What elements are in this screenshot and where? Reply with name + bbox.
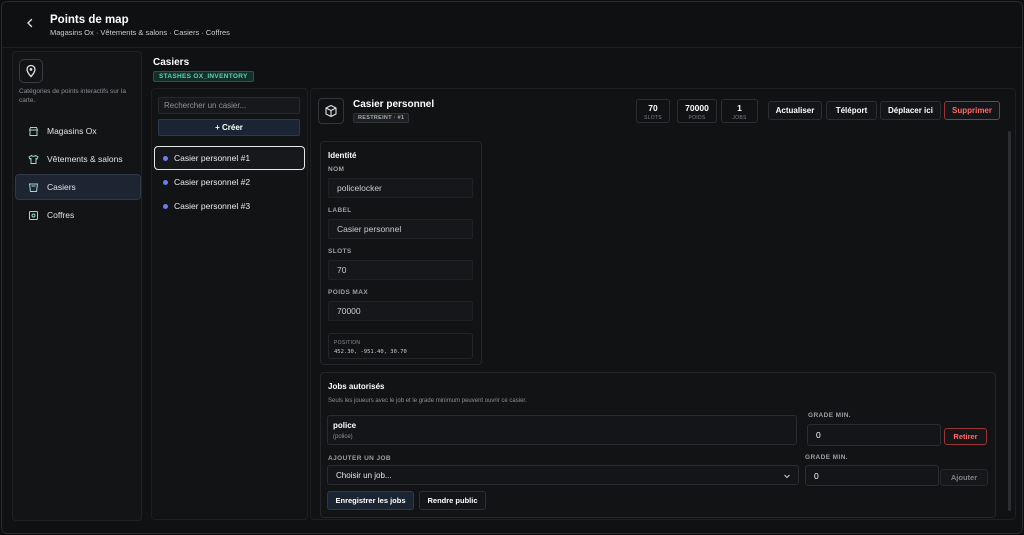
stat-value: 1	[737, 103, 742, 113]
chevron-left-icon	[27, 18, 33, 28]
save-jobs-button[interactable]: Enregistrer les jobs	[327, 491, 414, 510]
jobs-title: Jobs autorisés	[328, 382, 385, 391]
page-title: Points de map	[50, 14, 129, 26]
app-window: Points de map Magasins Ox · Vêtements & …	[1, 1, 1023, 534]
job-grade-field[interactable]	[807, 424, 941, 446]
add-job-label: AJOUTER UN JOB	[328, 455, 392, 462]
grade-min-label: GRADE MIN.	[808, 412, 851, 419]
sidebar-item-magasins[interactable]: Magasins Ox	[15, 118, 141, 144]
add-grade-field[interactable]	[805, 465, 939, 486]
sidebar-item-vetements[interactable]: Vêtements & salons	[15, 146, 141, 172]
job-select-value: Choisir un job...	[336, 470, 392, 480]
list-item[interactable]: Casier personnel #3	[154, 194, 305, 218]
safe-icon	[27, 209, 39, 221]
stat-jobs: 1 JOBS	[721, 99, 758, 123]
jobs-subtitle: Seuls les joueurs avec le job et le grad…	[328, 398, 527, 404]
position-label: POSITION	[334, 340, 361, 346]
stat-weight: 70000 POIDS	[677, 99, 717, 123]
position-value: 452.30, -951.40, 30.70	[334, 349, 407, 355]
stat-label: SLOTS	[644, 115, 662, 121]
shirt-icon	[27, 153, 39, 165]
box-icon	[318, 98, 344, 124]
list-item-label: Casier personnel #2	[174, 177, 251, 187]
detail-title: Casier personnel	[353, 99, 435, 110]
section-tag: STASHES OX_INVENTORY	[153, 71, 254, 82]
back-button[interactable]	[22, 15, 38, 31]
stat-value: 70000	[685, 103, 709, 113]
sidebar: Catégories de points interactifs sur la …	[12, 51, 142, 521]
stat-label: JOBS	[732, 115, 747, 121]
position-box: POSITION 452.30, -951.40, 30.70	[328, 333, 473, 359]
list-item-label: Casier personnel #3	[174, 201, 251, 211]
scrollbar[interactable]	[1008, 131, 1011, 511]
status-dot	[163, 203, 168, 209]
sidebar-list: Magasins Ox Vêtements & salons Casiers C…	[15, 118, 141, 230]
identity-card: Identité NOM LABEL SLOTS POIDS MAX POSIT…	[320, 141, 482, 365]
locker-list-panel: + Créer Casier personnel #1 Casier perso…	[151, 88, 308, 520]
detail-tag: RESTREINT · #1	[353, 113, 410, 123]
chevron-down-icon	[784, 474, 790, 479]
job-entry: police (police)	[327, 415, 797, 445]
add-job-button[interactable]: Ajouter	[940, 469, 988, 486]
jobs-card: Jobs autorisés Seuls les joueurs avec le…	[320, 372, 996, 518]
move-here-button[interactable]: Déplacer ici	[880, 101, 941, 120]
search-input[interactable]	[158, 97, 300, 114]
label-label: LABEL	[328, 207, 352, 214]
identity-title: Identité	[328, 151, 357, 160]
list-item[interactable]: Casier personnel #1	[154, 146, 305, 170]
name-field[interactable]	[328, 178, 473, 198]
stat-value: 70	[648, 103, 658, 113]
weight-field[interactable]	[328, 301, 473, 321]
job-select[interactable]: Choisir un job...	[327, 465, 799, 485]
weight-label: POIDS MAX	[328, 289, 369, 296]
locker-list: Casier personnel #1 Casier personnel #2 …	[154, 146, 305, 218]
locker-icon	[27, 181, 39, 193]
list-item[interactable]: Casier personnel #2	[154, 170, 305, 194]
sidebar-item-label: Casiers	[47, 182, 76, 192]
map-pin-icon	[19, 59, 43, 83]
section-title: Casiers	[153, 57, 190, 68]
add-grade-label: GRADE MIN.	[805, 454, 848, 461]
make-public-button[interactable]: Rendre public	[419, 491, 486, 510]
refresh-button[interactable]: Actualiser	[768, 101, 822, 120]
job-sub: (police)	[333, 434, 353, 440]
sidebar-item-coffres[interactable]: Coffres	[15, 202, 141, 228]
sidebar-item-casiers[interactable]: Casiers	[15, 174, 141, 200]
stat-slots: 70 SLOTS	[636, 99, 670, 123]
status-dot	[163, 179, 168, 185]
job-name: police	[333, 421, 357, 430]
stat-label: POIDS	[688, 115, 706, 121]
remove-job-button[interactable]: Retirer	[944, 428, 987, 445]
slots-label: SLOTS	[328, 248, 352, 255]
breadcrumb: Magasins Ox · Vêtements & salons · Casie…	[50, 28, 230, 37]
create-button[interactable]: + Créer	[158, 119, 300, 136]
detail-panel: Casier personnel RESTREINT · #1 70 SLOTS…	[310, 88, 1016, 520]
list-item-label: Casier personnel #1	[174, 153, 251, 163]
sidebar-item-label: Magasins Ox	[47, 126, 97, 136]
header: Points de map Magasins Ox · Vêtements & …	[2, 2, 1022, 48]
name-label: NOM	[328, 166, 345, 173]
sidebar-item-label: Coffres	[47, 210, 75, 220]
sidebar-description: Catégories de points interactifs sur la …	[19, 88, 126, 104]
store-icon	[27, 125, 39, 137]
status-dot	[163, 155, 168, 161]
label-field[interactable]	[328, 219, 473, 239]
delete-button[interactable]: Supprimer	[944, 101, 1000, 120]
teleport-button[interactable]: Téléport	[826, 101, 877, 120]
sidebar-item-label: Vêtements & salons	[47, 154, 123, 164]
slots-field[interactable]	[328, 260, 473, 280]
